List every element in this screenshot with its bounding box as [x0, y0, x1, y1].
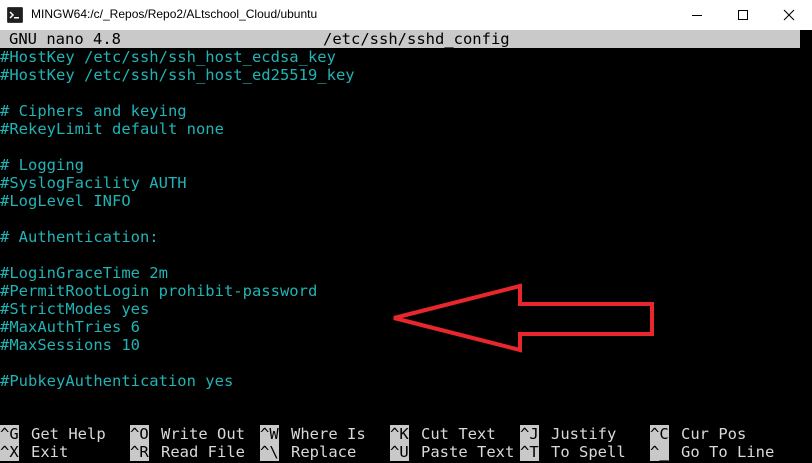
- minimize-icon: [692, 15, 702, 16]
- arrow-shape: [393, 283, 654, 353]
- maximize-button[interactable]: [720, 0, 766, 30]
- close-icon: [783, 9, 795, 21]
- terminal-scrollbar[interactable]: [800, 30, 812, 463]
- maximize-icon: [738, 10, 748, 20]
- window-title-bar: MINGW64:/c/_Repos/Repo2/ALtschool_Cloud/…: [0, 0, 812, 30]
- close-button[interactable]: [766, 0, 812, 30]
- mingw-terminal-icon: [7, 7, 23, 23]
- red-arrow-annotation: [393, 283, 654, 353]
- window-title: MINGW64:/c/_Repos/Repo2/ALtschool_Cloud/…: [31, 7, 318, 21]
- minimize-button[interactable]: [674, 0, 720, 30]
- terminal[interactable]: GNU nano 4.8 /etc/ssh/sshd_config #HostK…: [0, 30, 812, 463]
